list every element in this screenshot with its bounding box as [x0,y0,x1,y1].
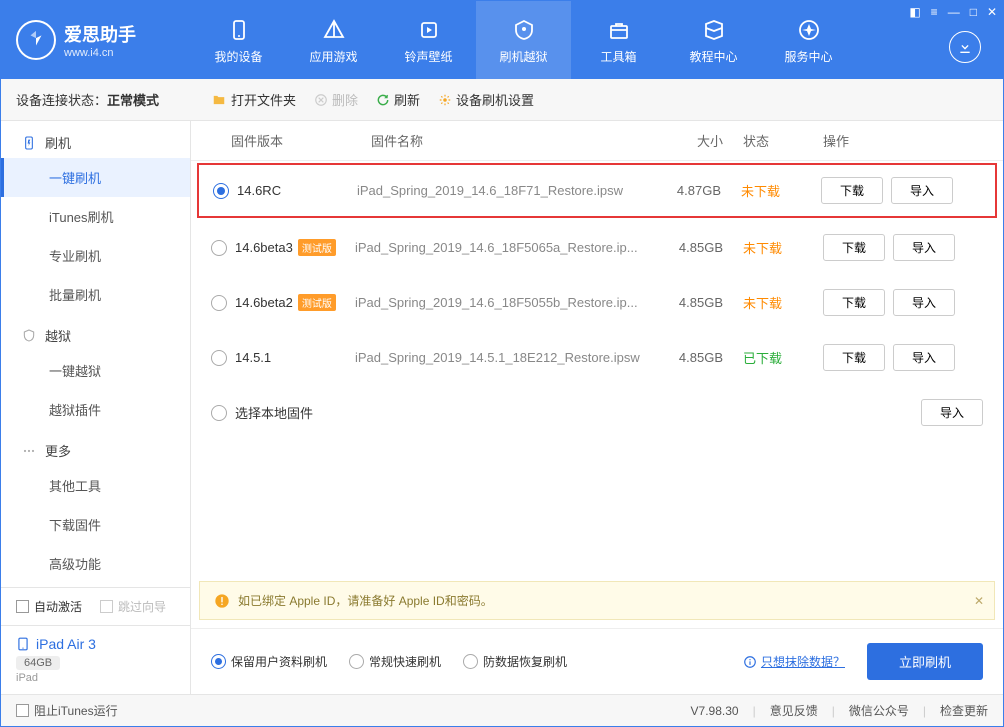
sidebar-item-专业刷机[interactable]: 专业刷机 [1,236,190,275]
delete-button[interactable]: 删除 [314,90,358,109]
app-title: 爱思助手 [64,21,136,47]
refresh-button[interactable]: 刷新 [376,90,420,109]
theme-icon[interactable]: ◧ [909,5,920,19]
opt-keep-data[interactable]: 保留用户资料刷机 [211,653,327,670]
import-button[interactable]: 导入 [891,177,953,204]
open-folder-button[interactable]: 打开文件夹 [211,90,296,109]
nav: 我的设备应用游戏铃声壁纸刷机越狱工具箱教程中心服务中心 [191,1,1003,79]
import-button[interactable]: 导入 [893,234,955,261]
nav-5[interactable]: 教程中心 [666,1,761,79]
maximize-icon[interactable]: □ [970,5,977,19]
close-icon[interactable]: ✕ [987,5,997,19]
device-type: iPad [16,672,175,684]
notice-close-icon[interactable]: ✕ [974,594,984,608]
auto-activate-checkbox[interactable]: 自动激活 [16,598,82,615]
nav-1[interactable]: 应用游戏 [286,1,381,79]
sidebar-section-越狱[interactable]: 越狱 [1,314,190,351]
sidebar-item-越狱插件[interactable]: 越狱插件 [1,390,190,429]
local-firmware-row[interactable]: 选择本地固件导入 [191,385,1003,440]
warning-icon [214,593,230,609]
sidebar-item-下载固件[interactable]: 下载固件 [1,505,190,544]
download-button[interactable]: 下载 [823,344,885,371]
window-controls: ◧ ≡ — □ ✕ [909,5,997,19]
sidebar-item-一键越狱[interactable]: 一键越狱 [1,351,190,390]
sidebar-item-其他工具[interactable]: 其他工具 [1,466,190,505]
radio[interactable] [211,240,227,256]
connection-status: 设备连接状态：正常模式 [1,90,191,109]
download-button[interactable]: 下载 [821,177,883,204]
sidebar-item-一键刷机[interactable]: 一键刷机 [1,158,190,197]
version-label: V7.98.30 [691,704,739,718]
toolbar: 设备连接状态：正常模式 打开文件夹 删除 刷新 设备刷机设置 [1,79,1003,121]
nav-4[interactable]: 工具箱 [571,1,666,79]
sidebar-item-批量刷机[interactable]: 批量刷机 [1,275,190,314]
nav-2[interactable]: 铃声壁纸 [381,1,476,79]
block-itunes-checkbox[interactable]: 阻止iTunes运行 [16,702,118,719]
flash-options-bar: 保留用户资料刷机 常规快速刷机 防数据恢复刷机 只想抹除数据？ 立即刷机 [191,628,1003,694]
minimize-icon[interactable]: — [948,5,960,19]
main: 固件版本 固件名称 大小 状态 操作 14.6RCiPad_Spring_201… [191,121,1003,694]
download-manager-icon[interactable] [949,31,981,63]
radio[interactable] [213,183,229,199]
nav-0[interactable]: 我的设备 [191,1,286,79]
device-card[interactable]: iPad Air 3 64GB iPad [1,625,190,694]
sidebar: 刷机一键刷机iTunes刷机专业刷机批量刷机越狱一键越狱越狱插件更多其他工具下载… [1,121,191,694]
import-button[interactable]: 导入 [893,344,955,371]
app-url: www.i4.cn [64,47,136,59]
download-button[interactable]: 下载 [823,234,885,261]
sidebar-section-刷机[interactable]: 刷机 [1,121,190,158]
device-storage: 64GB [16,656,60,670]
feedback-link[interactable]: 意见反馈 [770,702,818,719]
flash-now-button[interactable]: 立即刷机 [867,643,983,680]
import-button[interactable]: 导入 [893,289,955,316]
header: 爱思助手 www.i4.cn 我的设备应用游戏铃声壁纸刷机越狱工具箱教程中心服务… [1,1,1003,79]
opt-antiloss[interactable]: 防数据恢复刷机 [463,653,567,670]
skip-wizard-checkbox[interactable]: 跳过向导 [100,598,166,615]
device-name: iPad Air 3 [36,636,96,652]
flash-settings-button[interactable]: 设备刷机设置 [438,90,534,109]
nav-6[interactable]: 服务中心 [761,1,856,79]
sidebar-item-高级功能[interactable]: 高级功能 [1,544,190,583]
nav-3[interactable]: 刷机越狱 [476,1,571,79]
download-button[interactable]: 下载 [823,289,885,316]
menu-icon[interactable]: ≡ [931,5,938,19]
sidebar-section-更多[interactable]: 更多 [1,429,190,466]
wechat-link[interactable]: 微信公众号 [849,702,909,719]
table-row[interactable]: 14.5.1iPad_Spring_2019_14.5.1_18E212_Res… [191,330,1003,385]
radio[interactable] [211,295,227,311]
table-row[interactable]: 14.6RCiPad_Spring_2019_14.6_18F71_Restor… [197,163,997,218]
logo-icon [16,20,56,60]
notice-bar: 如已绑定 Apple ID，请准备好 Apple ID和密码。 ✕ [199,581,995,620]
check-update-link[interactable]: 检查更新 [940,702,988,719]
table-row[interactable]: 14.6beta2测试版iPad_Spring_2019_14.6_18F505… [191,275,1003,330]
table-row[interactable]: 14.6beta3测试版iPad_Spring_2019_14.6_18F506… [191,220,1003,275]
table-header: 固件版本 固件名称 大小 状态 操作 [191,121,1003,161]
opt-normal[interactable]: 常规快速刷机 [349,653,441,670]
footer: 阻止iTunes运行 V7.98.30 | 意见反馈 | 微信公众号 | 检查更… [1,694,1003,726]
logo: 爱思助手 www.i4.cn [1,1,191,79]
sidebar-item-iTunes刷机[interactable]: iTunes刷机 [1,197,190,236]
tablet-icon [16,636,30,652]
radio[interactable] [211,350,227,366]
import-button[interactable]: 导入 [921,399,983,426]
erase-only-link[interactable]: 只想抹除数据？ [743,653,845,670]
radio[interactable] [211,405,227,421]
